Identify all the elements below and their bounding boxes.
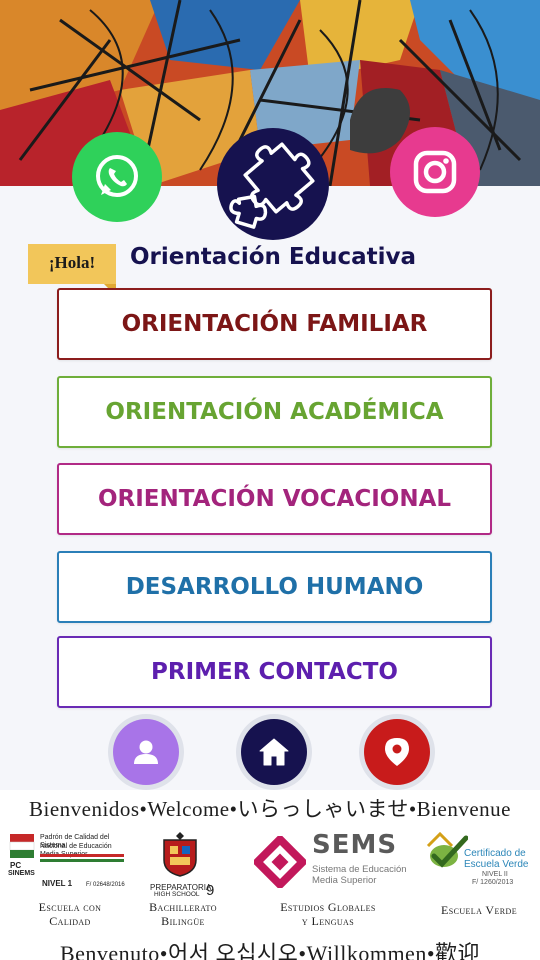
- location-pin-icon: [385, 738, 409, 766]
- puzzle-icon: [229, 142, 315, 229]
- green-check-icon: [426, 832, 468, 868]
- escuela-verde-cert-logo: Certificado de Escuela Verde NIVEL II F/…: [426, 832, 532, 896]
- caption-escuela-verde: Escuela Verde: [420, 903, 538, 917]
- cert-nivel: NIVEL II: [482, 871, 508, 878]
- pc-nivel: NIVEL 1: [42, 879, 73, 888]
- footer-banner: Bienvenidos•Welcome•いらっしゃいませ•Bienvenue P…: [0, 790, 540, 960]
- pc-abbr: PC: [10, 861, 22, 870]
- orientacion-academica-button[interactable]: ORIENTACIÓN ACADÉMICA: [57, 376, 492, 448]
- home-button[interactable]: [236, 714, 312, 790]
- app-logo: [217, 128, 329, 240]
- orientacion-familiar-button[interactable]: ORIENTACIÓN FAMILIAR: [57, 288, 492, 360]
- user-icon: [134, 740, 158, 764]
- prepa9-logo: PREPARATORIA HIGH SCHOOL 9: [150, 830, 220, 899]
- red-stripe: [40, 854, 124, 857]
- shield-crest-icon: [163, 832, 197, 877]
- caption-line1: Bachillerato: [149, 900, 217, 914]
- sems-name: SEMS: [312, 830, 398, 860]
- cert-folio: F/ 1260/2013: [472, 879, 514, 886]
- pc-sinems-logo: Padrón de Calidad del Sistema Nacional d…: [8, 832, 126, 890]
- sems-logo: SEMS Sistema de Educación Media Superior: [254, 830, 414, 892]
- caption-line2: Bilingüe: [161, 914, 205, 928]
- prepa-sub: HIGH SCHOOL: [154, 891, 200, 898]
- caption-line2: y Lenguas: [301, 914, 355, 928]
- profile-button[interactable]: [108, 714, 184, 790]
- caption-estudios-globales: Estudios Globales y Lenguas: [254, 900, 402, 928]
- pc-folio: F/ 02648/2016: [86, 882, 125, 888]
- primer-contacto-button[interactable]: PRIMER CONTACTO: [57, 636, 492, 708]
- caption-line2: Calidad: [49, 914, 91, 928]
- prepa-number: 9: [206, 882, 215, 899]
- location-button[interactable]: [359, 714, 435, 790]
- caption-line1: Escuela Verde: [441, 903, 517, 917]
- greeting-tag: ¡Hola!: [28, 244, 116, 296]
- welcome-banner-bottom: Benvenuto•어서 오십시오•Willkommen•歡迎: [59, 941, 481, 960]
- caption-line1: Escuela con: [38, 900, 102, 914]
- green-stripe: [40, 859, 124, 862]
- page-title: Orientación Educativa: [129, 244, 417, 270]
- whatsapp-button[interactable]: [72, 132, 162, 222]
- desarrollo-humano-button[interactable]: DESARROLLO HUMANO: [57, 551, 492, 623]
- sems-emblem-icon: [254, 836, 306, 888]
- sems-line2: Media Superior: [312, 875, 377, 886]
- greeting-text: ¡Hola!: [48, 253, 96, 272]
- welcome-banner-top: Bienvenidos•Welcome•いらっしゃいませ•Bienvenue: [29, 797, 511, 821]
- cert-line1: Certificado de: [464, 848, 526, 859]
- whatsapp-icon: [96, 155, 138, 197]
- caption-bachillerato: Bachillerato Bilingüe: [128, 900, 238, 928]
- instagram-icon: [413, 150, 457, 194]
- instagram-button[interactable]: [390, 127, 480, 217]
- sems-line1: Sistema de Educación: [312, 864, 407, 875]
- cert-line2: Escuela Verde: [464, 859, 529, 870]
- sinems-abbr: SINEMS: [8, 870, 35, 877]
- caption-escuela-calidad: Escuela con Calidad: [10, 900, 130, 928]
- orientacion-vocacional-button[interactable]: ORIENTACIÓN VOCACIONAL: [57, 463, 492, 535]
- caption-line1: Estudios Globales: [280, 900, 376, 914]
- home-icon: [259, 738, 289, 766]
- pc-sinems-emblem-icon: [9, 834, 35, 858]
